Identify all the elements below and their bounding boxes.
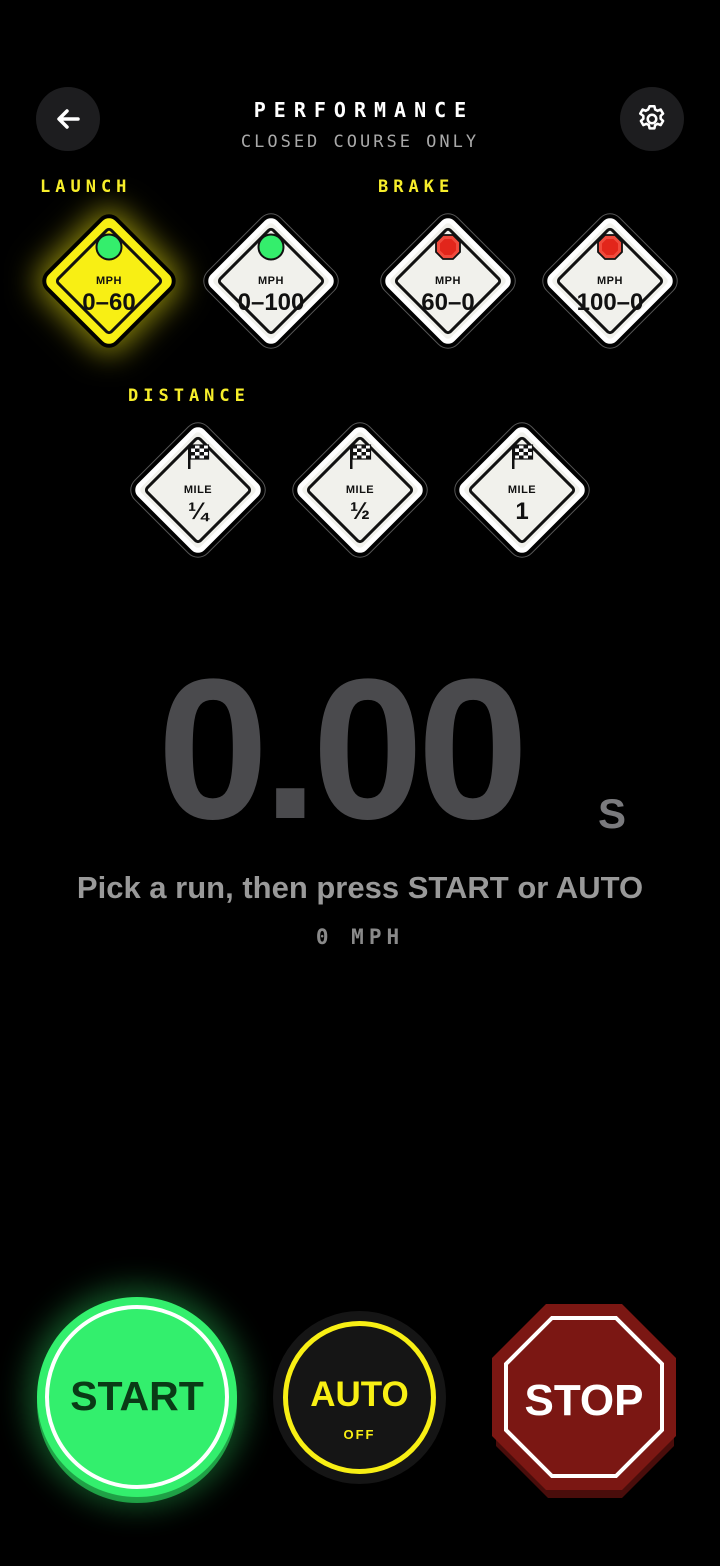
run-value: 60–0 [421, 289, 475, 316]
launch-section-label: LAUNCH [40, 177, 132, 197]
run-unit: MPH [258, 275, 284, 287]
run-unit: MPH [96, 275, 122, 287]
stop-label: STOP [524, 1376, 644, 1425]
run-value: ½ [349, 498, 370, 525]
time-unit-label: S [598, 790, 627, 837]
checkered-flag-icon [350, 444, 372, 469]
checkered-flag-icon [188, 444, 210, 469]
green-light-icon [95, 233, 123, 261]
checkered-flag-icon [512, 444, 534, 469]
stop-sign-icon [597, 234, 623, 260]
page-title: PERFORMANCE [253, 98, 475, 122]
run-one-mile-button[interactable]: MILE 1 [452, 420, 592, 560]
run-0-100-button[interactable]: MPH 0–100 [201, 211, 341, 351]
auto-label: AUTO [310, 1375, 409, 1414]
run-value: 100–0 [576, 289, 644, 316]
distance-section-label: DISTANCE [128, 386, 250, 406]
run-0-60-button[interactable]: MPH 0–60 [39, 211, 179, 351]
run-quarter-mile-button[interactable]: MILE ¼ [128, 420, 268, 560]
brake-section-label: BRAKE [378, 177, 455, 197]
speed-readout: 0 MPH [315, 925, 405, 949]
instruction-text: Pick a run, then press START or AUTO [76, 870, 644, 905]
run-unit: MPH [597, 275, 623, 287]
run-unit: MILE [345, 484, 375, 496]
page-subtitle: CLOSED COURSE ONLY [240, 132, 480, 152]
settings-button[interactable] [620, 87, 684, 151]
start-button[interactable]: START [37, 1297, 237, 1497]
start-label: START [70, 1373, 204, 1419]
run-value: 1 [515, 498, 529, 525]
run-unit: MILE [183, 484, 213, 496]
auto-button[interactable]: AUTO OFF [273, 1311, 446, 1484]
stop-sign-icon [435, 234, 461, 260]
stop-button[interactable]: STOP [486, 1300, 682, 1502]
run-unit: MPH [435, 275, 461, 287]
run-half-mile-button[interactable]: MILE ½ [290, 420, 430, 560]
elapsed-time-display: 0.00 [157, 638, 528, 861]
green-light-icon [257, 233, 285, 261]
run-value: 0–100 [237, 289, 305, 316]
gear-icon [638, 104, 665, 130]
run-100-0-button[interactable]: MPH 100–0 [540, 211, 680, 351]
run-unit: MILE [507, 484, 537, 496]
run-value: ¼ [187, 498, 208, 525]
auto-state-label: OFF [343, 1427, 376, 1442]
run-60-0-button[interactable]: MPH 60–0 [378, 211, 518, 351]
run-value: 0–60 [82, 289, 136, 316]
